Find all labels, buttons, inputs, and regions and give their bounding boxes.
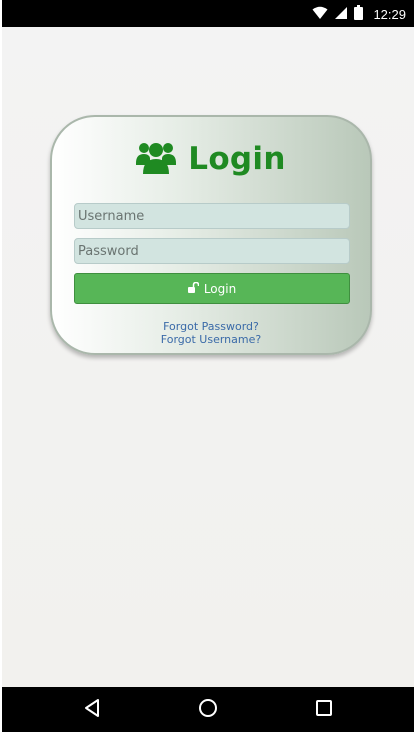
- signal-icon: [334, 5, 348, 24]
- app-content: Login Login Forgot Password? Forgot User…: [2, 27, 414, 687]
- status-icons: 12:29: [312, 4, 406, 24]
- unlock-icon: [187, 281, 200, 296]
- back-button[interactable]: [79, 697, 105, 723]
- help-links: Forgot Password? Forgot Username?: [52, 320, 370, 346]
- users-group-icon: [136, 139, 177, 179]
- battery-icon: [354, 4, 364, 24]
- forgot-password-link[interactable]: Forgot Password?: [52, 320, 370, 333]
- home-icon: [197, 697, 219, 723]
- wifi-icon: [312, 5, 328, 24]
- back-icon: [83, 698, 101, 722]
- home-button[interactable]: [195, 697, 221, 723]
- password-input[interactable]: [74, 238, 350, 264]
- status-time: 12:29: [373, 6, 406, 22]
- status-bar: 12:29: [2, 0, 414, 27]
- navigation-bar: [2, 687, 414, 732]
- login-button-label: Login: [203, 281, 237, 296]
- recents-icon: [315, 699, 333, 721]
- login-button[interactable]: Login: [74, 273, 350, 304]
- username-input[interactable]: [74, 203, 350, 229]
- login-card: Login Login Forgot Password? Forgot User…: [50, 115, 372, 355]
- login-title: Login: [188, 141, 286, 177]
- recents-button[interactable]: [311, 697, 337, 723]
- login-header: Login: [52, 139, 370, 179]
- forgot-username-link[interactable]: Forgot Username?: [52, 333, 370, 346]
